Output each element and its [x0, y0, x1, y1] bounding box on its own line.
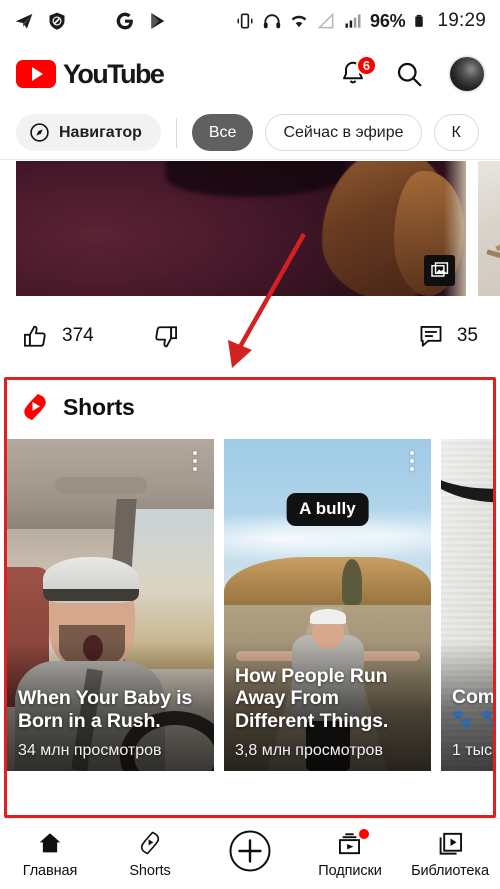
shorts-card-title: How People Run Away From Different Thing…	[235, 664, 389, 733]
paw-emoji-decoration: 🐾🐾	[451, 709, 493, 728]
headphones-icon	[263, 14, 281, 29]
filter-chips-row[interactable]: Навигатор Все Сейчас в эфире К	[0, 106, 500, 160]
signal-empty-icon	[317, 12, 334, 29]
comment-icon	[420, 325, 442, 347]
shorts-overlay-text: A bully	[286, 493, 369, 526]
shorts-shelf-header: Shorts	[21, 392, 135, 422]
chip-navigator[interactable]: Навигатор	[16, 114, 161, 151]
next-image-detail-1	[495, 223, 500, 252]
youtube-play-icon	[16, 60, 56, 88]
compass-icon	[30, 123, 49, 142]
status-bar-left-icons	[14, 11, 168, 31]
like-count: 374	[62, 325, 94, 346]
vibrate-icon	[237, 13, 253, 29]
chip-live-now-label: Сейчас в эфире	[283, 123, 404, 141]
youtube-logo[interactable]: YouTube	[16, 58, 165, 90]
nav-item-subscriptions[interactable]: Подписки	[300, 819, 400, 889]
nav-item-create[interactable]	[200, 819, 300, 889]
shorts-card-views: 1 тыс	[452, 742, 493, 759]
kebab-menu-icon[interactable]	[410, 451, 414, 471]
battery-icon	[415, 14, 424, 27]
shorts-logo-icon	[24, 393, 46, 421]
telegram-icon	[15, 13, 33, 29]
status-bar-right-icons: 96% 19:29	[235, 10, 486, 32]
header-actions: 6	[338, 55, 484, 91]
shorts-card-views: 34 млн просмотров	[18, 742, 162, 759]
comment-button[interactable]: 35	[418, 323, 478, 349]
shorts-card-title: When Your Baby is Born in a Rush.	[18, 687, 193, 733]
post-engagement-row: 374 35	[0, 305, 500, 367]
youtube-mobile-app: 96% 19:29 YouTube 6 Навигатор Все Сейчас…	[0, 0, 500, 889]
thumbs-up-icon	[24, 325, 46, 347]
status-bar: 96% 19:29	[0, 0, 500, 42]
play-store-icon	[151, 13, 165, 29]
google-icon	[116, 12, 133, 30]
shorts-shelf-title: Shorts	[63, 393, 135, 420]
chips-divider	[175, 117, 177, 148]
nav-item-shorts-label: Shorts	[129, 862, 171, 879]
shorts-card-row[interactable]: When Your Baby is Born in a Rush. 34 млн…	[7, 439, 496, 779]
nav-item-library[interactable]: Библиотека	[400, 819, 500, 889]
feed-post-media[interactable]	[0, 161, 500, 301]
nav-item-shorts[interactable]: Shorts	[100, 819, 200, 889]
battery-percent-label: 96%	[370, 11, 406, 31]
avatar[interactable]	[450, 57, 484, 91]
clock-label: 19:29	[437, 10, 486, 31]
nav-item-home-label: Главная	[22, 862, 78, 879]
signal-bars-icon	[345, 14, 361, 28]
thumbs-down-icon	[155, 325, 177, 347]
nav-item-library-label: Библиотека	[411, 862, 489, 879]
kebab-menu-icon[interactable]	[193, 451, 197, 471]
nav-item-home[interactable]: Главная	[0, 819, 100, 889]
shorts-card[interactable]: A bully How People Run Away From Differe…	[224, 439, 431, 771]
search-icon[interactable]	[394, 59, 424, 89]
notification-badge-count: 6	[356, 55, 377, 76]
nav-item-subscriptions-label: Подписки	[318, 862, 382, 879]
post-image-shadow	[166, 161, 346, 197]
adblock-shield-icon	[49, 12, 65, 30]
wifi-icon	[291, 15, 307, 28]
shorts-card-views: 3,8 млн просмотров	[235, 742, 383, 759]
chip-partial[interactable]: К	[433, 114, 479, 151]
youtube-wordmark: YouTube	[63, 58, 165, 89]
next-image-detail-2	[486, 249, 500, 270]
chip-all[interactable]: Все	[191, 114, 254, 151]
library-icon	[439, 832, 462, 855]
chip-live-now[interactable]: Сейчас в эфире	[265, 114, 422, 151]
create-plus-icon	[229, 830, 271, 872]
multi-image-icon	[424, 255, 455, 286]
bottom-navigation-bar: Главная Shorts Подписки Библиотека	[0, 818, 500, 889]
like-button[interactable]: 374	[22, 323, 94, 350]
shorts-card[interactable]: Com 🐾🐾 1 тыс	[441, 439, 496, 771]
shorts-card[interactable]: When Your Baby is Born in a Rush. 34 млн…	[7, 439, 214, 771]
app-header: YouTube 6	[0, 42, 500, 106]
notifications-button[interactable]: 6	[338, 55, 377, 89]
chip-all-label: Все	[208, 123, 237, 141]
shorts-icon	[140, 831, 160, 855]
shorts-shelf-highlight-box: Shorts When Your Baby is Born in a Rush.…	[4, 377, 496, 818]
comment-count: 35	[456, 325, 478, 346]
subscriptions-badge-dot	[358, 828, 369, 839]
chip-partial-label: К	[451, 123, 461, 141]
post-image[interactable]	[16, 161, 466, 296]
home-icon	[39, 833, 61, 853]
chip-navigator-label: Навигатор	[59, 123, 142, 141]
post-image-next-peek[interactable]	[478, 161, 500, 296]
shorts-card-title: Com	[452, 686, 496, 709]
dislike-button[interactable]	[152, 323, 179, 350]
